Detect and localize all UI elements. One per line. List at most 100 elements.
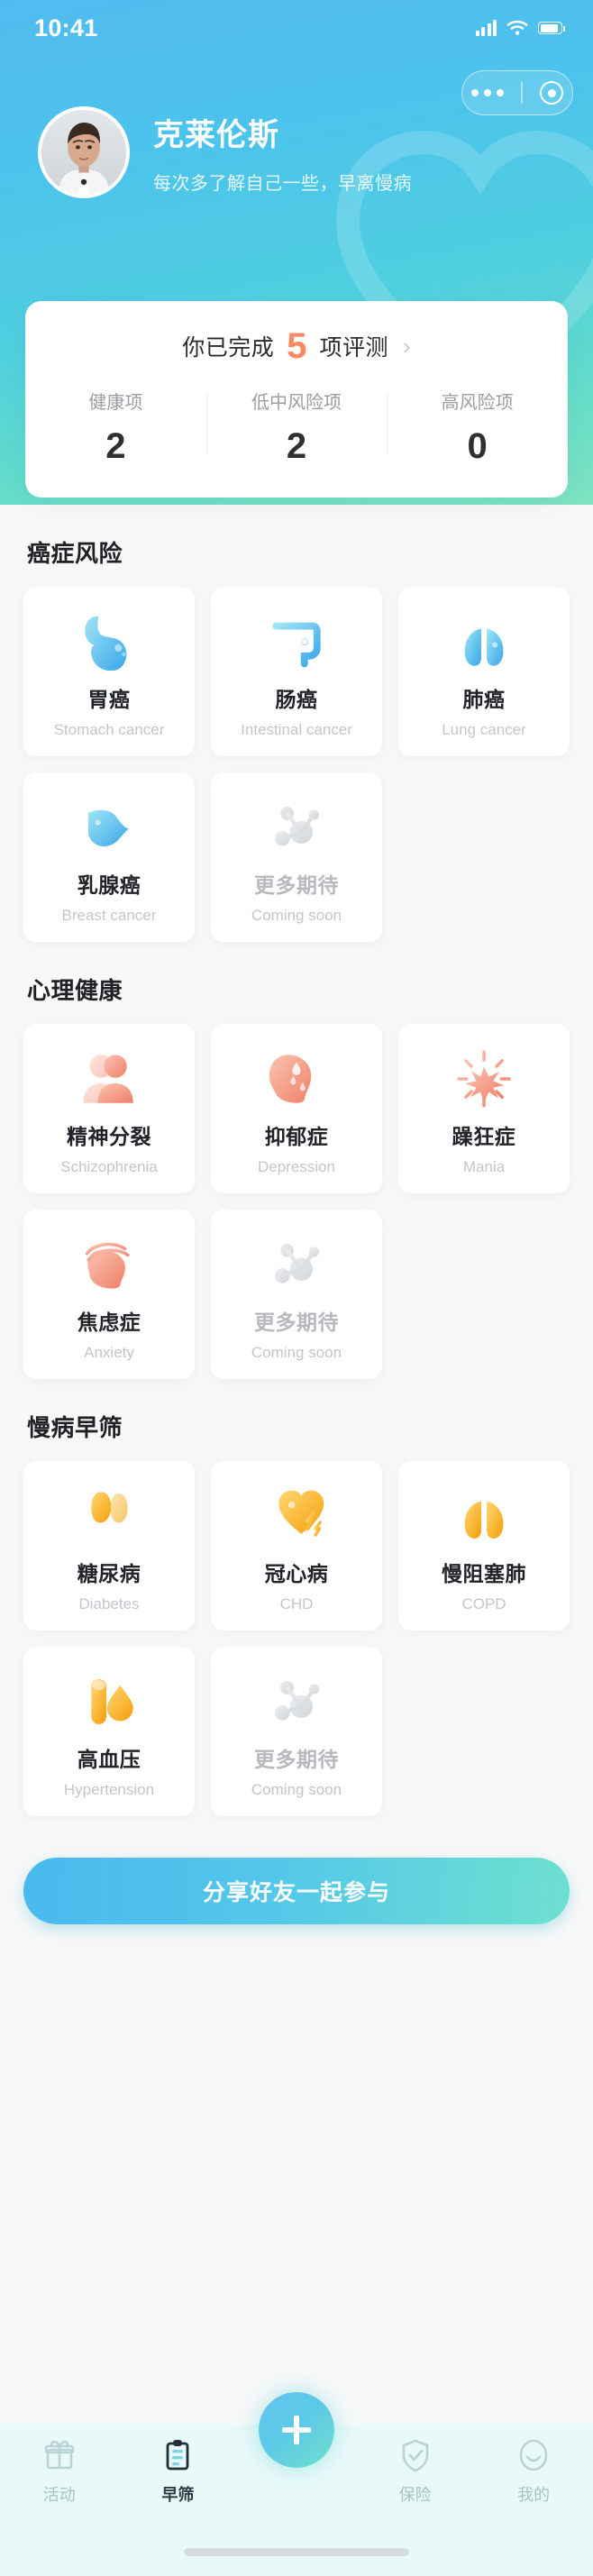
card-title: 精神分裂	[67, 1119, 151, 1150]
smiley-face-icon	[515, 2437, 552, 2473]
assessment-summary-card[interactable]: 你已完成 5 项评测 › 健康项 2 低中风险项 2 高风险项 0	[25, 301, 568, 498]
stats-row: 健康项 2 低中风险项 2 高风险项 0	[25, 388, 568, 467]
target-circle-icon[interactable]	[540, 81, 563, 105]
heart-shock-icon	[265, 1481, 328, 1551]
assessment-count-row[interactable]: 你已完成 5 项评测 ›	[25, 328, 568, 388]
crying-head-icon	[265, 1044, 328, 1114]
lungs-amber-icon	[452, 1481, 515, 1551]
status-icons	[476, 20, 563, 36]
lungs-icon	[452, 607, 515, 677]
split-person-icon	[78, 1044, 141, 1114]
dizzy-head-icon	[78, 1229, 141, 1300]
card-hypertension[interactable]: 高血压 Hypertension	[23, 1647, 195, 1816]
card-subtitle: Mania	[463, 1158, 505, 1176]
section-title-mental: 心理健康	[27, 973, 570, 1006]
profile-name: 克莱伦斯	[153, 110, 412, 154]
stat-healthy: 健康项 2	[25, 388, 206, 467]
chevron-right-icon[interactable]: ›	[403, 333, 411, 361]
home-indicator	[184, 2548, 409, 2556]
card-title: 肺癌	[463, 682, 506, 713]
card-grid-chronic: 糖尿病 Diabetes 冠心病 CHD 慢阻塞肺 COPD	[23, 1461, 570, 1631]
card-title: 更多期待	[254, 868, 339, 899]
card-subtitle: Breast cancer	[62, 907, 157, 925]
card-lung-cancer[interactable]: 肺癌 Lung cancer	[398, 587, 570, 756]
section-title-chronic: 慢病早筛	[27, 1410, 570, 1443]
section-title-cancer: 癌症风险	[27, 535, 570, 569]
card-stomach-cancer[interactable]: 胃癌 Stomach cancer	[23, 587, 195, 756]
share-button[interactable]: 分享好友一起参与	[23, 1858, 570, 1924]
share-section: 分享好友一起参与	[0, 1816, 593, 1924]
stat-label: 高风险项	[387, 388, 568, 414]
nav-item-screening[interactable]: 早筛	[119, 2437, 238, 2529]
card-subtitle: Schizophrenia	[60, 1158, 158, 1176]
card-subtitle: Anxiety	[84, 1344, 134, 1362]
card-subtitle: Lung cancer	[442, 721, 526, 739]
card-diabetes[interactable]: 糖尿病 Diabetes	[23, 1461, 195, 1631]
card-title: 抑郁症	[265, 1119, 329, 1150]
card-depression[interactable]: 抑郁症 Depression	[211, 1024, 382, 1193]
capsule-divider	[521, 82, 523, 104]
card-subtitle: COPD	[461, 1595, 506, 1613]
assessment-suffix: 项评测	[320, 330, 389, 362]
card-schizophrenia[interactable]: 精神分裂 Schizophrenia	[23, 1024, 195, 1193]
breast-icon	[78, 792, 141, 863]
card-subtitle: Depression	[258, 1158, 335, 1176]
card-intestinal-cancer[interactable]: 肠癌 Intestinal cancer	[211, 587, 382, 756]
stat-label: 健康项	[25, 388, 206, 414]
nav-item-insurance[interactable]: 保险	[356, 2437, 475, 2529]
shield-check-icon	[397, 2437, 433, 2473]
card-copd[interactable]: 慢阻塞肺 COPD	[398, 1461, 570, 1631]
card-grid-mental-row2: 焦虑症 Anxiety 更多期待 Coming soon	[23, 1210, 570, 1379]
stat-value: 2	[25, 426, 206, 467]
stat-value: 0	[387, 426, 568, 467]
wifi-icon	[506, 20, 528, 36]
nav-item-activity[interactable]: 活动	[0, 2437, 119, 2529]
stat-low-mid-risk: 低中风险项 2	[206, 388, 388, 467]
kidneys-icon	[78, 1481, 141, 1551]
stat-high-risk: 高风险项 0	[387, 388, 568, 467]
plus-icon	[278, 2412, 315, 2448]
card-coming-soon-cancer: 更多期待 Coming soon	[211, 772, 382, 942]
card-title: 肠癌	[276, 682, 318, 713]
card-title: 更多期待	[254, 1742, 339, 1773]
card-title: 焦虑症	[78, 1305, 141, 1336]
gift-icon	[41, 2437, 78, 2473]
stat-label: 低中风险项	[206, 388, 388, 414]
add-assessment-fab[interactable]	[259, 2392, 334, 2468]
card-anxiety[interactable]: 焦虑症 Anxiety	[23, 1210, 195, 1379]
more-dots-icon[interactable]	[471, 89, 504, 96]
card-subtitle: Coming soon	[251, 1781, 342, 1799]
intestine-icon	[265, 607, 328, 677]
status-bar: 10:41	[0, 0, 593, 56]
miniprogram-capsule[interactable]	[461, 70, 573, 115]
molecule-icon	[265, 1229, 328, 1300]
card-grid-cancer: 胃癌 Stomach cancer 肠癌 Intestinal cancer 肺…	[23, 587, 570, 756]
card-title: 冠心病	[265, 1557, 329, 1587]
signal-bars-icon	[476, 20, 497, 36]
avatar[interactable]	[38, 106, 130, 198]
assessment-count: 5	[287, 328, 306, 364]
stat-value: 2	[206, 426, 388, 467]
card-grid-mental: 精神分裂 Schizophrenia 抑郁症 Depression 躁狂症 Ma…	[23, 1024, 570, 1193]
card-subtitle: Coming soon	[251, 907, 342, 925]
card-subtitle: Intestinal cancer	[241, 721, 352, 739]
nav-label: 我的	[517, 2482, 550, 2506]
card-subtitle: Hypertension	[64, 1781, 154, 1799]
molecule-icon	[265, 1667, 328, 1737]
assessment-prefix: 你已完成	[182, 330, 274, 362]
card-breast-cancer[interactable]: 乳腺癌 Breast cancer	[23, 772, 195, 942]
bottom-nav: 活动 早筛 保险 我的	[0, 2425, 593, 2576]
card-chd[interactable]: 冠心病 CHD	[211, 1461, 382, 1631]
card-title: 糖尿病	[78, 1557, 141, 1587]
card-grid-cancer-row2: 乳腺癌 Breast cancer 更多期待 Coming soon	[23, 772, 570, 942]
nav-item-mine[interactable]: 我的	[474, 2437, 593, 2529]
burst-icon	[452, 1044, 515, 1114]
card-mania[interactable]: 躁狂症 Mania	[398, 1024, 570, 1193]
card-title: 更多期待	[254, 1305, 339, 1336]
card-subtitle: CHD	[280, 1595, 314, 1613]
card-title: 慢阻塞肺	[442, 1557, 526, 1587]
card-title: 高血压	[78, 1742, 141, 1773]
card-title: 胃癌	[88, 682, 131, 713]
profile-slogan: 每次多了解自己一些，早离慢病	[153, 169, 412, 195]
blood-drop-icon	[78, 1667, 141, 1737]
